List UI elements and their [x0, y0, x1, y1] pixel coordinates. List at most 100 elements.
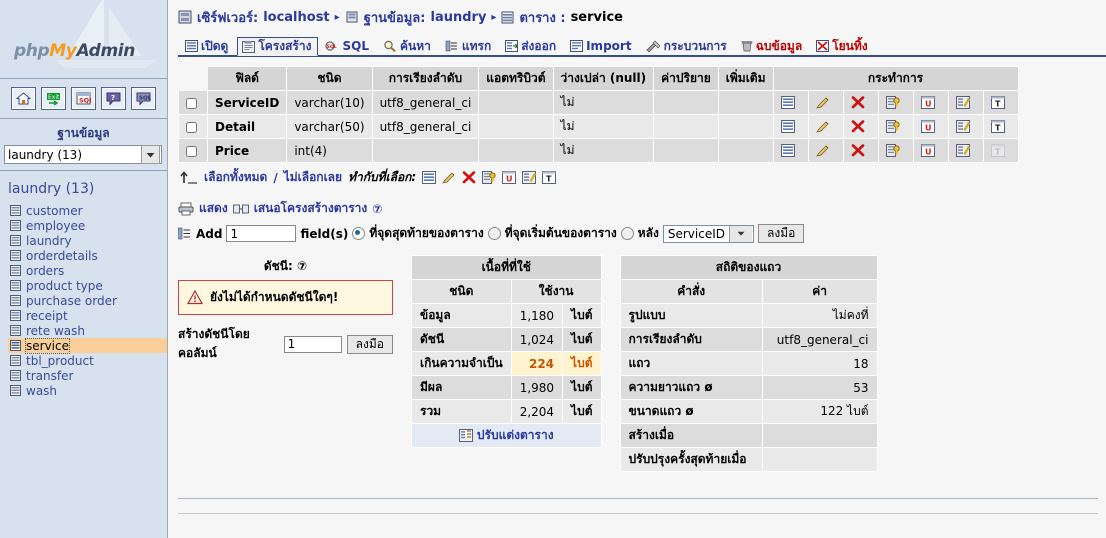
help-icon[interactable]: ? [101, 87, 126, 110]
radio-at-end[interactable] [352, 227, 366, 240]
table-list-item[interactable]: product type [8, 278, 167, 293]
tab-operations[interactable]: กระบวนการ [641, 36, 734, 55]
space-row-type: ดัชนี [411, 327, 512, 352]
table-list-item[interactable]: laundry [8, 233, 167, 248]
print-link[interactable]: แสดง [199, 199, 228, 218]
help-icon[interactable]: ⑦ [297, 259, 307, 273]
import-icon [570, 40, 584, 52]
add-field-count-input[interactable] [226, 225, 297, 242]
bulk-action-primary[interactable] [482, 171, 496, 184]
tab-sql[interactable]: SQL SQL [320, 36, 376, 55]
action-drop[interactable] [842, 90, 879, 115]
table-row: Detail varchar(50) utf8_general_ci ไม่ U [178, 114, 1019, 139]
action-index[interactable] [947, 138, 984, 163]
bottom-panels: ดัชนี: ⑦ ยังไม่ได้กำหนดดัชนีใดๆ! สร้างดั… [178, 255, 1106, 472]
row-checkbox-cell[interactable] [178, 90, 208, 115]
bulk-action-fulltext[interactable]: T [542, 171, 557, 184]
breadcrumb-server-value[interactable]: localhost [263, 10, 329, 25]
action-browse[interactable] [772, 90, 809, 115]
tab-empty[interactable]: ฉบข้อมูล [736, 36, 809, 55]
action-edit[interactable] [807, 138, 844, 163]
index-icon [955, 96, 970, 109]
table-list-item[interactable]: orderdetails [8, 248, 167, 263]
table-list-item-selected[interactable]: service [8, 337, 167, 354]
chevron-down-icon[interactable] [729, 225, 752, 242]
help-icon[interactable]: ⑦ [372, 202, 382, 216]
row-checkbox[interactable] [186, 121, 197, 133]
bulk-action-index[interactable] [522, 171, 537, 184]
space-row-value: 1,980 [510, 375, 564, 400]
action-unique[interactable]: U [912, 138, 949, 163]
sql-icon[interactable]: SQL [71, 87, 96, 110]
propose-structure-link[interactable]: เสนอโครงสร้างตาราง [254, 199, 368, 218]
sql-query-icon[interactable]: SQL [131, 87, 156, 110]
bulk-action-edit[interactable] [442, 171, 456, 184]
table-list-item[interactable]: purchase order [8, 293, 167, 308]
row-checkbox[interactable] [186, 97, 197, 109]
action-unique[interactable]: U [912, 114, 949, 139]
space-row-value: 224 [510, 351, 564, 376]
tab-drop[interactable]: โยนทิ้ง [811, 36, 874, 55]
tab-insert[interactable]: แทรก [440, 36, 498, 55]
table-list-item[interactable]: transfer [8, 368, 167, 383]
create-index-input[interactable] [283, 335, 342, 353]
col-header-type: ชนิด [286, 66, 373, 91]
tab-browse[interactable]: เปิดดู [180, 36, 235, 55]
table-list-item[interactable]: receipt [8, 308, 167, 323]
after-field-select[interactable]: ServiceID [662, 224, 754, 243]
optimize-icon [458, 429, 473, 442]
table-icon [501, 11, 514, 23]
bulk-action-unique[interactable]: U [502, 171, 517, 184]
create-index-go-button[interactable]: ลงมือ [346, 334, 393, 354]
table-list-item[interactable]: employee [8, 218, 167, 233]
bulk-action-drop[interactable] [462, 171, 476, 184]
stats-row-value: ไม่คงที่ [761, 303, 878, 328]
row-checkbox[interactable] [186, 145, 197, 157]
action-drop[interactable] [842, 138, 879, 163]
action-fulltext[interactable]: T [982, 114, 1019, 139]
table-list-item[interactable]: orders [8, 263, 167, 278]
fulltext-icon: T [990, 144, 1005, 157]
tab-structure[interactable]: โครงสร้าง [237, 37, 319, 56]
bulk-action-browse[interactable] [422, 171, 437, 184]
fulltext-icon: T [990, 120, 1005, 133]
action-drop[interactable] [842, 114, 879, 139]
add-field-go-button[interactable]: ลงมือ [758, 224, 805, 243]
action-edit[interactable] [807, 114, 844, 139]
table-list-item[interactable]: wash [8, 383, 167, 398]
optimize-table-row[interactable]: ปรับแต่งตาราง [411, 423, 602, 448]
action-browse[interactable] [772, 114, 809, 139]
table-list-item[interactable]: customer [8, 203, 167, 218]
optimize-table-cell[interactable]: ปรับแต่งตาราง [411, 423, 602, 448]
select-all-link[interactable]: เลือกทั้งหมด [204, 168, 267, 187]
radio-after[interactable] [620, 227, 634, 240]
radio-at-begin[interactable] [487, 227, 501, 240]
action-browse[interactable] [772, 138, 809, 163]
row-checkbox-cell[interactable] [178, 114, 208, 139]
table-list-item[interactable]: rete wash [8, 323, 167, 338]
action-primary[interactable] [877, 90, 914, 115]
action-index[interactable] [947, 114, 984, 139]
tab-export[interactable]: ส่งออก [500, 36, 563, 55]
action-index[interactable] [947, 90, 984, 115]
tab-search-label: ค้นหา [399, 38, 431, 53]
table-list-item-label: receipt [26, 308, 68, 323]
select-none-link[interactable]: ไม่เลือกเลย [284, 168, 342, 187]
logout-icon[interactable]: Exit [41, 87, 66, 110]
tab-import[interactable]: Import [565, 36, 638, 55]
table-list-item[interactable]: tbl_product [8, 353, 167, 368]
chevron-down-icon[interactable] [141, 145, 160, 164]
home-icon[interactable] [11, 87, 36, 110]
action-primary[interactable] [877, 114, 914, 139]
action-fulltext[interactable]: T [982, 90, 1019, 115]
breadcrumb-db-value[interactable]: laundry [430, 10, 486, 25]
cell-collation: utf8_general_ci [371, 114, 480, 139]
cell-null: ไม่ [552, 114, 655, 139]
tab-empty-label: ฉบข้อมูล [755, 38, 803, 53]
action-edit[interactable] [807, 90, 844, 115]
action-unique[interactable]: U [912, 90, 949, 115]
database-select[interactable]: laundry (13) [4, 145, 162, 164]
row-checkbox-cell[interactable] [178, 138, 208, 163]
tab-search[interactable]: ค้นหา [378, 36, 438, 55]
action-primary[interactable] [877, 138, 914, 163]
